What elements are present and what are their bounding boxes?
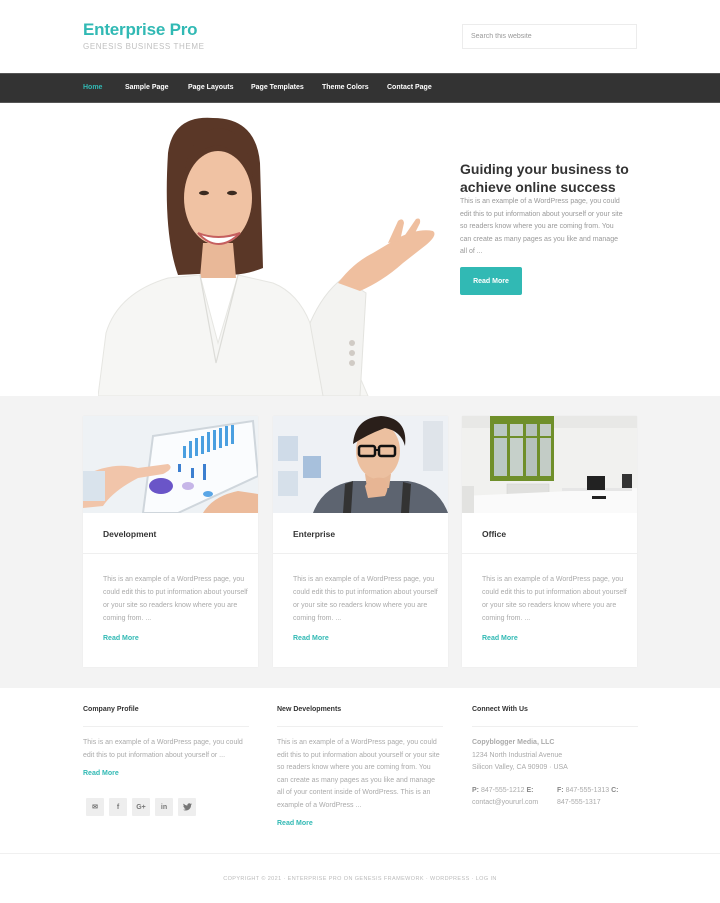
- google-plus-icon[interactable]: G+: [132, 798, 150, 816]
- features-section: Development This is an example of a Word…: [0, 396, 720, 688]
- card-divider: [273, 553, 448, 554]
- card-read-more-link[interactable]: Read More: [103, 635, 139, 642]
- card-text: This is an example of a WordPress page, …: [293, 576, 438, 622]
- hero-section: Guiding your business to achieve online …: [0, 103, 720, 396]
- hero-woman-image: [98, 117, 435, 396]
- widget-divider: [472, 726, 638, 727]
- feature-card-development: Development This is an example of a Word…: [83, 416, 258, 667]
- widget-connect-with-us: Connect With Us Copyblogger Media, LLC 1…: [472, 706, 638, 810]
- enterprise-card-image[interactable]: [273, 416, 448, 513]
- nav-item-page-layouts[interactable]: Page Layouts: [188, 84, 234, 91]
- widget-new-developments: New Developments This is an example of a…: [277, 706, 443, 830]
- hero-read-more-button[interactable]: Read More: [460, 267, 522, 295]
- fax-value: 847-555-1313: [565, 786, 610, 794]
- linkedin-icon[interactable]: in: [155, 798, 173, 816]
- widget-read-more-link[interactable]: Read More: [277, 820, 313, 827]
- feature-card-enterprise: Enterprise This is an example of a WordP…: [273, 416, 448, 667]
- widget-text: This is an example of a WordPress page, …: [277, 739, 440, 809]
- phone-label: P:: [472, 786, 479, 794]
- card-title: Development: [103, 529, 157, 539]
- development-card-image[interactable]: [83, 416, 258, 513]
- phone-and-email: P: 847-555-1212 E:: [472, 785, 557, 798]
- envelope-icon[interactable]: ✉: [86, 798, 104, 816]
- hero-title: Guiding your business to achieve online …: [460, 161, 629, 195]
- nav-item-contact-page[interactable]: Contact Page: [387, 84, 432, 91]
- facebook-icon[interactable]: f: [109, 798, 127, 816]
- search-input[interactable]: [462, 24, 637, 49]
- address-line-1: 1234 North Industrial Avenue: [472, 751, 563, 759]
- twitter-icon[interactable]: [178, 798, 196, 816]
- cell-value: 847-555-1317: [557, 799, 601, 806]
- card-divider: [462, 553, 637, 554]
- contact-details: P: 847-555-1212 E: F: 847-555-1313 C: co…: [472, 785, 638, 810]
- footer-widgets: Company Profile This is an example of a …: [0, 688, 720, 854]
- widget-text: This is an example of a WordPress page, …: [83, 739, 243, 759]
- site-description: GENESIS BUSINESS THEME: [83, 42, 205, 51]
- email-value[interactable]: contact@yoururl.com: [472, 797, 557, 810]
- address-line-2: Silicon Valley, CA 90909 · USA: [472, 764, 568, 771]
- nav-item-theme-colors[interactable]: Theme Colors: [322, 84, 369, 91]
- card-title: Enterprise: [293, 529, 336, 539]
- card-divider: [83, 553, 258, 554]
- hero-text: This is an example of a WordPress page, …: [460, 198, 623, 255]
- office-card-image[interactable]: [462, 416, 637, 513]
- widget-divider: [277, 726, 443, 727]
- widget-title: Company Profile: [83, 706, 139, 713]
- fax-label: F:: [557, 786, 564, 794]
- site-header: Enterprise Pro GENESIS BUSINESS THEME: [0, 0, 720, 73]
- primary-nav: Home Sample Page Page Layouts Page Templ…: [0, 73, 720, 103]
- widget-read-more-link[interactable]: Read More: [83, 770, 119, 777]
- widget-title: Connect With Us: [472, 706, 528, 713]
- nav-item-home[interactable]: Home: [83, 84, 102, 91]
- card-title: Office: [482, 529, 507, 539]
- card-read-more-link[interactable]: Read More: [293, 635, 329, 642]
- nav-item-sample-page[interactable]: Sample Page: [125, 84, 169, 91]
- widget-company-profile: Company Profile This is an example of a …: [83, 706, 249, 816]
- cell-label: C:: [611, 786, 619, 794]
- widget-divider: [83, 726, 249, 727]
- widget-title: New Developments: [277, 706, 342, 713]
- card-read-more-link[interactable]: Read More: [482, 635, 518, 642]
- fax-and-cell: F: 847-555-1313 C:: [557, 785, 637, 798]
- copyright-text: COPYRIGHT © 2021 · ENTERPRISE PRO ON GEN…: [223, 876, 497, 882]
- card-text: This is an example of a WordPress page, …: [103, 576, 248, 622]
- email-label: E:: [526, 786, 534, 794]
- nav-item-page-templates[interactable]: Page Templates: [251, 84, 304, 91]
- card-text: This is an example of a WordPress page, …: [482, 576, 627, 622]
- feature-card-office: Office This is an example of a WordPress…: [462, 416, 637, 667]
- site-title-link[interactable]: Enterprise Pro: [83, 20, 198, 40]
- company-name: Copyblogger Media, LLC: [472, 739, 555, 746]
- site-footer: COPYRIGHT © 2021 · ENTERPRISE PRO ON GEN…: [0, 855, 720, 903]
- phone-value: 847-555-1212: [480, 786, 525, 794]
- social-icons: ✉ f G+ in: [83, 798, 249, 816]
